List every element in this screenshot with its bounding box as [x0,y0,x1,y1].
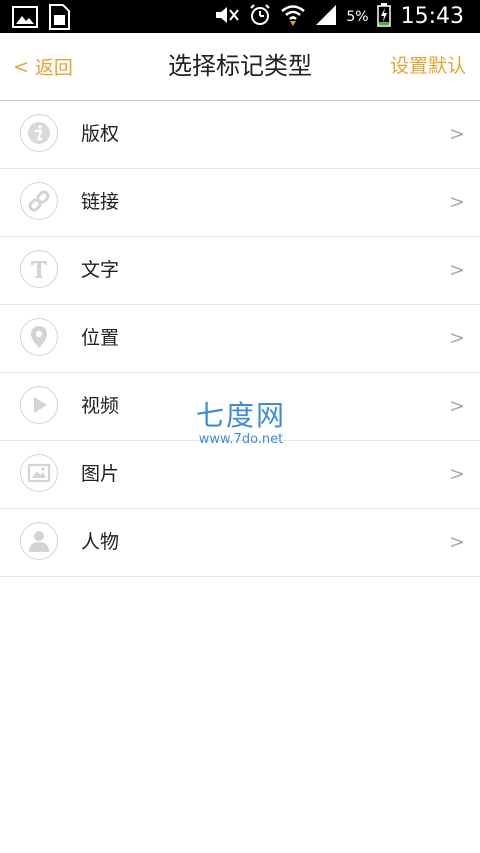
status-bar-right: 5% 15:43 [214,0,464,33]
text-icon [20,250,58,288]
chevron-right-icon: > [449,463,465,485]
list-item-picture[interactable]: 图片 > [0,441,480,509]
chevron-right-icon: > [449,395,465,417]
tag-type-list: 版权 > 链接 > 文字 > 位置 > 视频 > 图片 > 人物 > [0,101,480,577]
watermark-url: www.7do.net [198,432,284,447]
list-item-label: 文字 [81,259,120,281]
battery-percent: 5% [346,8,369,25]
signal-icon [314,4,338,30]
chevron-right-icon: > [449,123,465,145]
list-item-label: 人物 [81,531,120,553]
link-icon [20,182,58,220]
play-icon [20,386,58,424]
chevron-right-icon: > [449,259,465,281]
info-icon [20,114,58,152]
list-item-location[interactable]: 位置 > [0,305,480,373]
chevron-right-icon: > [449,531,465,553]
status-bar: 5% 15:43 [0,0,480,33]
watermark: 七度网 www.7do.net [186,400,296,448]
sim-card-icon [48,4,70,34]
wifi-icon [280,3,306,31]
list-item-text[interactable]: 文字 > [0,237,480,305]
list-item-label: 链接 [81,191,120,213]
clock: 15:43 [400,4,464,29]
picture-icon [20,454,58,492]
screen: 5% 15:43 < 返回 选择标记类型 设置默认 版权 > 链接 > 文字 >… [0,0,480,853]
status-bar-left [12,4,70,34]
list-item-copyright[interactable]: 版权 > [0,101,480,169]
chevron-right-icon: > [449,327,465,349]
battery-charging-icon [376,2,391,31]
list-item-label: 视频 [81,395,120,417]
header: < 返回 选择标记类型 设置默认 [0,33,480,101]
chevron-right-icon: > [449,191,465,213]
location-pin-icon [20,318,58,356]
list-item-label: 图片 [81,463,120,485]
person-icon [20,522,58,560]
mute-icon [214,5,240,29]
list-item-label: 版权 [81,123,120,145]
set-default-button[interactable]: 设置默认 [390,33,466,100]
list-item-link[interactable]: 链接 > [0,169,480,237]
image-icon [12,5,38,33]
list-item-label: 位置 [81,327,120,349]
list-item-person[interactable]: 人物 > [0,509,480,577]
watermark-text: 七度网 [195,399,286,432]
alarm-icon [248,3,272,31]
